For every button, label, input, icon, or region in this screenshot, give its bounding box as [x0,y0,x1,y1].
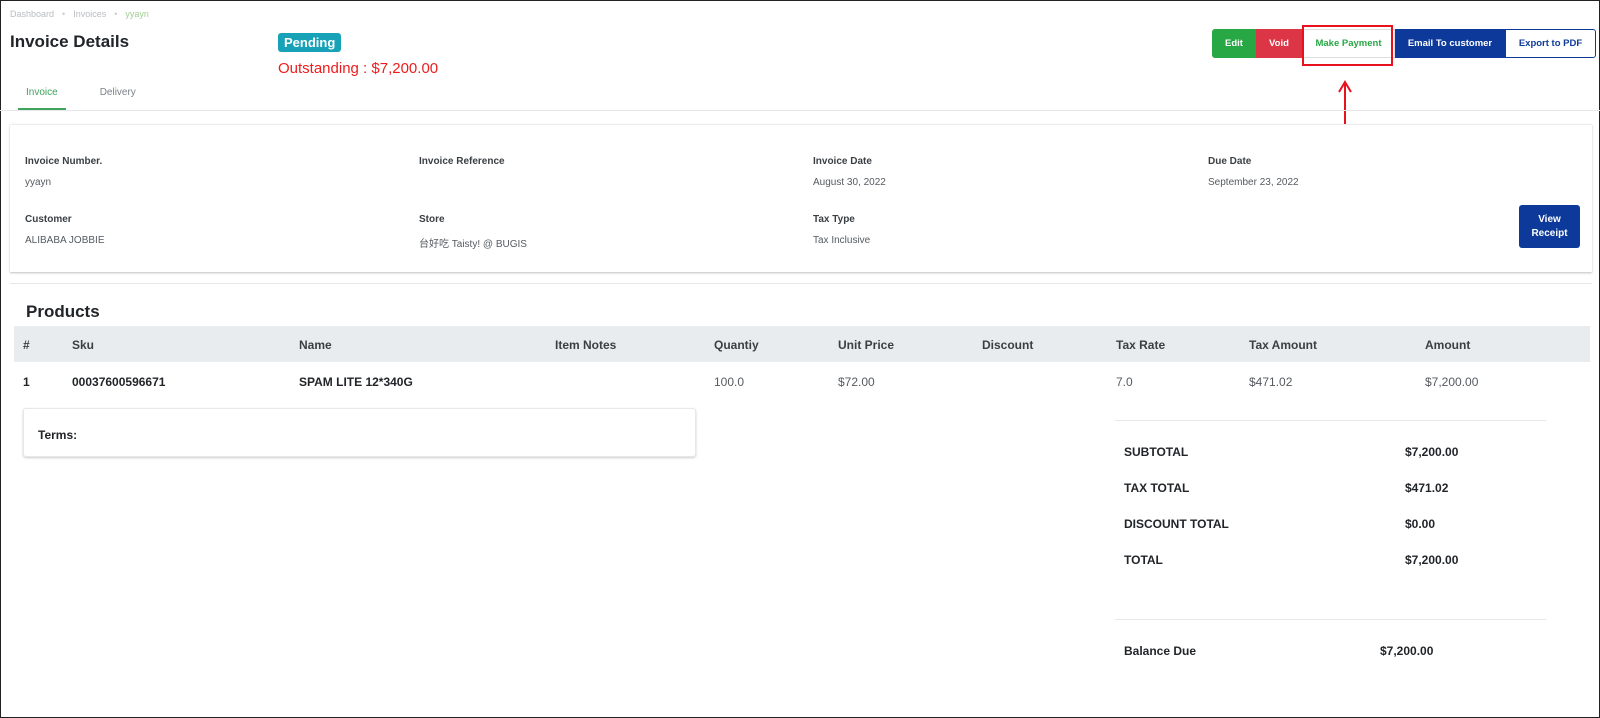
subtotal-value: $7,200.00 [1405,445,1459,459]
column-header: # [23,338,30,352]
field-value: ALIBABA JOBBIE [25,235,105,246]
field-label: Tax Type [813,214,855,225]
section-divider [10,283,1592,284]
column-header: Amount [1425,338,1471,352]
column-header: Name [299,338,332,352]
products-title: Products [26,302,100,321]
annotation-highlight-box [1302,25,1393,66]
tab-divider [0,110,1600,111]
column-header: Sku [72,338,95,352]
cell-tax-rate: 7.0 [1116,375,1133,389]
tax-total-label: TAX TOTAL [1124,481,1190,495]
status-badge: Pending [278,33,342,52]
invoice-number-field: Invoice Number. yyayn [25,156,102,188]
balance-due-label: Balance Due [1124,644,1197,658]
column-header: Unit Price [838,338,895,352]
total-value: $7,200.00 [1405,553,1459,567]
column-header: Tax Rate [1116,338,1166,352]
invoice-reference-field: Invoice Reference [419,156,505,177]
table-row: 1 00037600596671 SPAM LITE 12*340G 100.0… [14,362,1590,400]
field-label: Store [419,214,445,225]
subtotal-label: SUBTOTAL [1124,445,1189,459]
view-receipt-button[interactable]: View Receipt [1519,205,1580,248]
cell-name: SPAM LITE 12*340G [299,375,413,389]
view-receipt-label: Receipt [1531,227,1568,239]
column-header: Item Notes [555,338,617,352]
invoice-date-field: Invoice Date August 30, 2022 [813,156,886,188]
total-label: TOTAL [1124,553,1163,567]
cell-num: 1 [23,375,30,389]
breadcrumb: Dashboard • Invoices • yyayn [10,9,149,19]
field-label: Invoice Number. [25,156,103,167]
customer-field: Customer ALIBABA JOBBIE [25,214,104,246]
field-label: Invoice Date [813,156,872,167]
action-toolbar: Edit Void Make Payment Email To customer… [1212,29,1596,58]
edit-button[interactable]: Edit [1212,29,1256,58]
totals-divider [1115,420,1546,421]
field-label: Customer [25,214,72,225]
field-value: September 23, 2022 [1208,177,1299,188]
cell-tax-amount: $471.02 [1249,375,1293,389]
tax-type-field: Tax Type Tax Inclusive [813,214,870,246]
tab-delivery[interactable]: Delivery [100,84,136,110]
store-field: Store 台好吃 Taisty! @ BUGIS [419,214,527,250]
tab-bar: Invoice Delivery [18,84,170,110]
field-value: August 30, 2022 [813,177,886,188]
cell-quantity: 100.0 [714,375,745,389]
column-header: Discount [982,338,1034,352]
column-header: Quantiy [714,338,759,352]
discount-total-value: $0.00 [1405,517,1436,531]
terms-card: Terms: [23,408,696,457]
breadcrumb-separator: • [62,9,66,19]
breadcrumb-separator: • [114,9,118,19]
page-title: Invoice Details [10,32,130,51]
invoice-info-card: Invoice Number. yyayn Invoice Reference … [10,124,1592,272]
view-receipt-label: View [1538,213,1561,225]
totals-divider [1115,619,1546,620]
breadcrumb-current: yyayn [125,9,149,19]
field-value: 台好吃 Taisty! @ BUGIS [419,239,527,250]
tab-invoice[interactable]: Invoice [18,84,66,110]
outstanding-amount: Outstanding : $7,200.00 [278,60,439,77]
export-pdf-button[interactable]: Export to PDF [1505,29,1596,58]
discount-total-label: DISCOUNT TOTAL [1124,517,1229,531]
balance-due-value: $7,200.00 [1380,644,1434,658]
email-customer-button[interactable]: Email To customer [1395,29,1505,58]
void-button[interactable]: Void [1256,29,1302,58]
breadcrumb-dashboard[interactable]: Dashboard [10,9,54,19]
field-label: Invoice Reference [419,156,505,167]
due-date-field: Due Date September 23, 2022 [1208,156,1299,188]
tax-total-value: $471.02 [1405,481,1449,495]
breadcrumb-invoices[interactable]: Invoices [73,9,106,19]
field-label: Due Date [1208,156,1252,167]
cell-sku: 00037600596671 [72,375,166,389]
products-table-header: # Sku Name Item Notes Quantiy Unit Price… [14,326,1590,362]
column-header: Tax Amount [1249,338,1317,352]
terms-label: Terms: [38,428,78,442]
cell-amount: $7,200.00 [1425,375,1479,389]
field-value: Tax Inclusive [813,235,871,246]
cell-unit-price: $72.00 [838,375,875,389]
field-value: yyayn [25,177,52,188]
